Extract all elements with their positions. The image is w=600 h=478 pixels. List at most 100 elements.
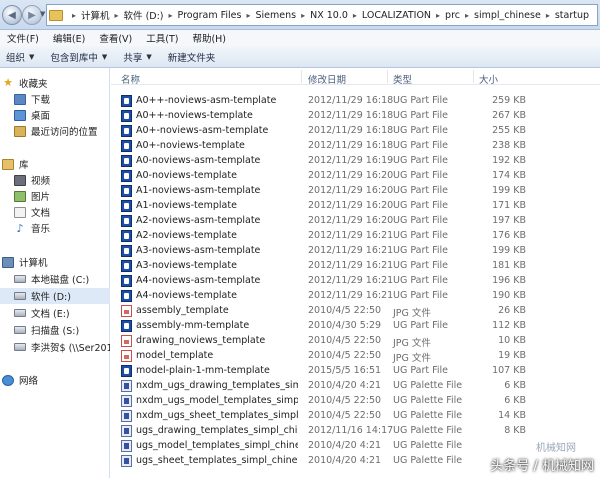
ug-part-file-icon [121, 245, 132, 257]
breadcrumb-separator-icon[interactable]: ▸ [436, 11, 440, 20]
file-date: 2012/11/29 16:21 [308, 260, 394, 271]
back-button[interactable]: ◀ [2, 5, 22, 25]
file-date: 2010/4/20 4:21 [308, 380, 382, 391]
file-row[interactable]: A4-noviews-asm-template 2012/11/29 16:21 U… [111, 273, 600, 288]
ug-part-file-icon [121, 320, 132, 332]
breadcrumb-item[interactable]: startup [555, 10, 589, 21]
column-type[interactable]: 类型 [393, 72, 412, 86]
breadcrumb-item[interactable]: Siemens [255, 10, 296, 21]
file-row[interactable]: model-plain-1-mm-template 2015/5/5 16:51 U… [111, 363, 600, 378]
menu-bar: 文件(F) 编辑(E) 查看(V) 工具(T) 帮助(H) [0, 30, 600, 46]
menu-file[interactable]: 文件(F) [0, 31, 46, 45]
file-size: 255 KB [492, 125, 526, 136]
ug-part-file-icon [121, 140, 132, 152]
breadcrumb-item[interactable]: 计算机 [81, 8, 110, 22]
nav-favorites[interactable]: ★ 收藏夹 [2, 75, 112, 91]
recent-places-icon [14, 125, 26, 137]
breadcrumb-item[interactable]: NX 10.0 [310, 10, 348, 21]
forward-button[interactable]: ▶ [22, 5, 42, 25]
nav-drive-d[interactable]: 软件 (D:) [0, 288, 110, 304]
file-row[interactable]: A3-noviews-asm-template 2012/11/29 16:21 U… [111, 243, 600, 258]
file-type: UG Part File [393, 215, 449, 226]
breadcrumb-item[interactable]: Program Files [178, 10, 242, 21]
breadcrumb-separator-icon[interactable]: ▸ [546, 11, 550, 20]
menu-tools[interactable]: 工具(T) [139, 31, 185, 45]
file-row[interactable]: nxdm_ugs_drawing_templates_simpl_... 2010… [111, 378, 600, 393]
breadcrumb-separator-icon[interactable]: ▸ [465, 11, 469, 20]
nav-documents[interactable]: 文档 [14, 204, 124, 220]
nav-recent-places[interactable]: 最近访问的位置 [14, 123, 124, 139]
share-button[interactable]: 共享 ▼ [123, 50, 161, 64]
breadcrumb-separator-icon[interactable]: ▸ [169, 11, 173, 20]
breadcrumb-separator-icon[interactable]: ▸ [115, 11, 119, 20]
column-date[interactable]: 修改日期 [308, 72, 346, 86]
file-date: 2010/4/20 4:21 [308, 455, 382, 466]
jpg-file-icon [121, 335, 132, 347]
file-row[interactable]: ugs_model_templates_simpl_chinese 2010/4/… [111, 438, 600, 453]
new-folder-button[interactable]: 新建文件夹 [168, 50, 226, 64]
pictures-icon [14, 190, 26, 202]
file-name: nxdm_ugs_sheet_templates_simpl_chi... [136, 410, 298, 421]
nav-downloads[interactable]: 下载 [14, 91, 124, 107]
file-row[interactable]: A2-noviews-template 2012/11/29 16:21 UG Pa… [111, 228, 600, 243]
organize-button[interactable]: 组织 ▼ [6, 50, 44, 64]
column-size[interactable]: 大小 [479, 72, 498, 86]
nav-computer[interactable]: 计算机 [2, 254, 112, 270]
nav-videos[interactable]: 视频 [14, 172, 124, 188]
breadcrumb-separator-icon[interactable]: ▸ [301, 11, 305, 20]
breadcrumb-separator-icon[interactable]: ▸ [246, 11, 250, 20]
breadcrumb-item[interactable]: LOCALIZATION [362, 10, 431, 21]
file-size: 192 KB [492, 155, 526, 166]
file-date: 2012/11/29 16:18 [308, 125, 394, 136]
file-row[interactable]: nxdm_ugs_model_templates_simpl_ch... 2010… [111, 393, 600, 408]
file-row[interactable]: A4-noviews-template 2012/11/29 16:21 UG Pa… [111, 288, 600, 303]
ug-part-file-icon [121, 155, 132, 167]
file-row[interactable]: model_template 2010/4/5 22:50 JPG 文件 19 KB [111, 348, 600, 364]
file-row[interactable]: A2-noviews-asm-template 2012/11/29 16:20 U… [111, 213, 600, 228]
file-row[interactable]: A0+-noviews-asm-template 2012/11/29 16:18… [111, 123, 600, 138]
address-bar[interactable]: ▸ 计算机 ▸ 软件 (D:) ▸ Program Files ▸ Siemens ▸ NX 10… [46, 4, 598, 26]
nav-drive-e[interactable]: 文档 (E:) [14, 305, 124, 321]
file-date: 2012/11/29 16:20 [308, 200, 394, 211]
breadcrumb-item[interactable]: 软件 (D:) [124, 8, 164, 22]
nav-libraries[interactable]: 库 [2, 156, 112, 172]
file-row[interactable]: drawing_noviews_template 2010/4/5 22:50 JP… [111, 333, 600, 349]
file-row[interactable]: assembly-mm-template 2010/4/30 5:29 UG Par… [111, 318, 600, 333]
file-row[interactable]: A0+-noviews-template 2012/11/29 16:18 UG P… [111, 138, 600, 153]
nav-network-drive[interactable]: 李洪贺$ (\\Ser2012 [14, 339, 110, 355]
nav-desktop[interactable]: 桌面 [14, 107, 124, 123]
file-row[interactable]: A0-noviews-template 2012/11/29 16:20 UG Pa… [111, 168, 600, 183]
file-row[interactable]: A0-noviews-asm-template 2012/11/29 16:19 U… [111, 153, 600, 168]
file-row[interactable]: nxdm_ugs_sheet_templates_simpl_chi... 201… [111, 408, 600, 423]
file-date: 2012/11/29 16:19 [308, 155, 394, 166]
column-name[interactable]: 名称 [121, 72, 140, 86]
file-row[interactable]: A1-noviews-template 2012/11/29 16:20 UG Pa… [111, 198, 600, 213]
file-row[interactable]: A3-noviews-template 2012/11/29 16:21 UG Pa… [111, 258, 600, 273]
nav-drive-c[interactable]: 本地磁盘 (C:) [14, 271, 124, 287]
file-row[interactable]: assembly_template 2010/4/5 22:50 JPG 文件 26 … [111, 303, 600, 319]
nav-pictures[interactable]: 图片 [14, 188, 124, 204]
menu-view[interactable]: 查看(V) [92, 31, 139, 45]
breadcrumb-separator-icon[interactable]: ▸ [72, 11, 76, 20]
include-in-library-button[interactable]: 包含到库中 ▼ [50, 50, 117, 64]
nav-network[interactable]: 网络 [2, 372, 112, 388]
recent-pages-dropdown-icon[interactable]: ▼ [40, 10, 45, 18]
forward-arrow-icon: ▶ [28, 9, 36, 21]
file-row[interactable]: A0++-noviews-template 2012/11/29 16:18 UG … [111, 108, 600, 123]
file-row[interactable]: A0++-noviews-asm-template 2012/11/29 16:1… [111, 93, 600, 108]
file-type: UG Part File [393, 170, 449, 181]
file-date: 2010/4/20 4:21 [308, 440, 382, 451]
breadcrumb-item[interactable]: simpl_chinese [474, 10, 541, 21]
breadcrumb-item[interactable]: prc [445, 10, 460, 21]
file-row[interactable]: A1-noviews-asm-template 2012/11/29 16:20 U… [111, 183, 600, 198]
nav-music[interactable]: ♪ 音乐 [14, 220, 124, 236]
drive-icon [14, 275, 26, 283]
file-date: 2010/4/5 22:50 [308, 305, 382, 316]
nav-drive-s[interactable]: 扫描盘 (S:) [14, 322, 124, 338]
menu-edit[interactable]: 编辑(E) [46, 31, 92, 45]
menu-help[interactable]: 帮助(H) [185, 31, 233, 45]
palette-file-icon [121, 440, 132, 452]
ug-part-file-icon [121, 290, 132, 302]
breadcrumb-separator-icon[interactable]: ▸ [353, 11, 357, 20]
file-row[interactable]: ugs_drawing_templates_simpl_chinese 2012/… [111, 423, 600, 438]
